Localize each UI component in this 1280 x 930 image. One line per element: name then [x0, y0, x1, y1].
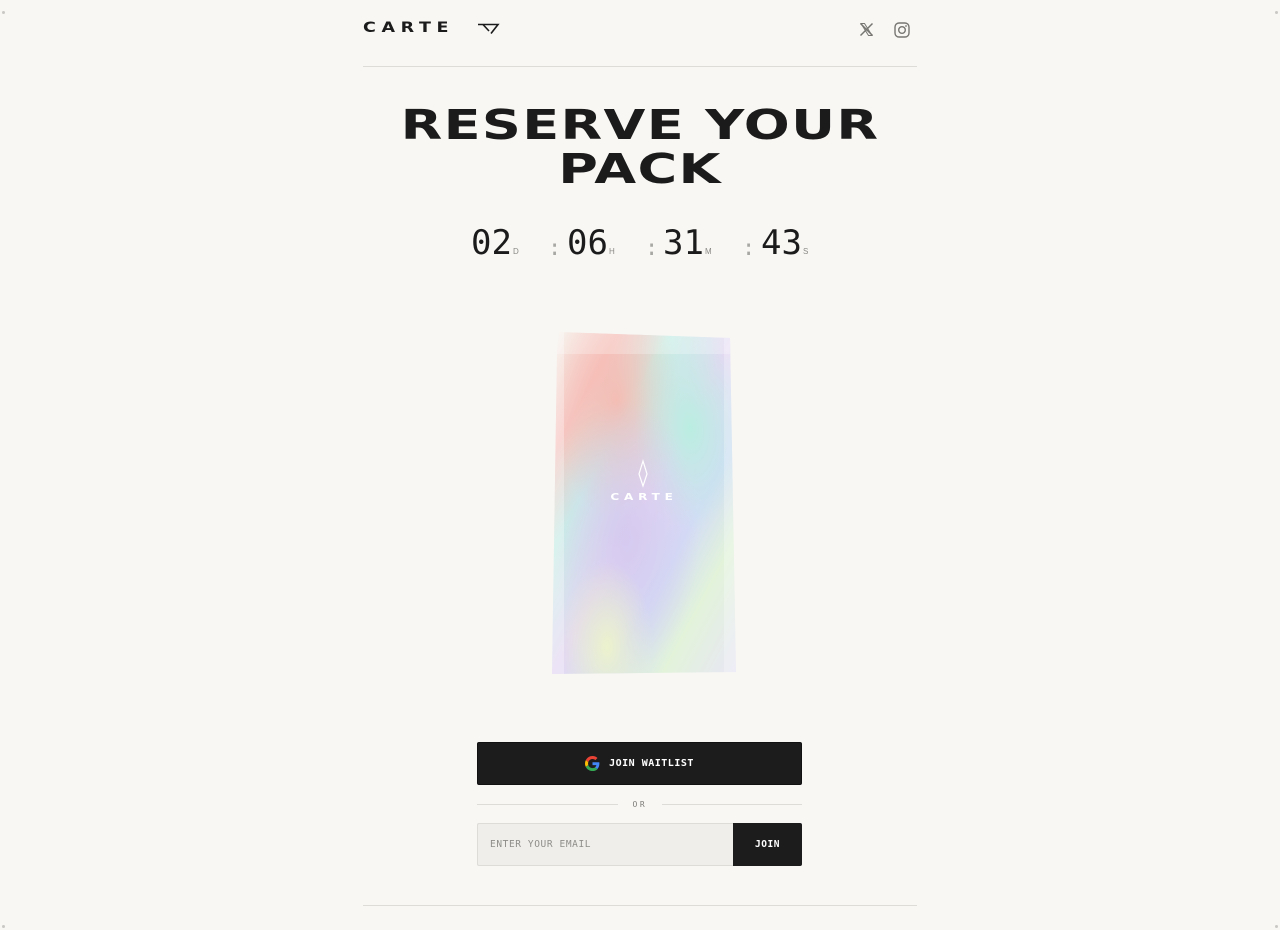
holographic-pack: CARTE — [552, 332, 736, 674]
minutes-value: 31 — [663, 223, 704, 263]
or-divider: OR — [477, 797, 802, 811]
countdown-minutes: 31 M — [663, 222, 712, 264]
pack-brand: CARTE — [610, 492, 678, 503]
corner-dot — [2, 925, 5, 928]
countdown-separator: : — [548, 236, 562, 261]
countdown-seconds: 43 S — [761, 222, 808, 264]
hours-label: H — [608, 247, 615, 256]
site-header: CARTE — [363, 0, 917, 67]
email-form: JOIN — [477, 823, 802, 866]
page-title: RESERVE YOUR PACK — [363, 103, 917, 191]
corner-dot — [2, 11, 5, 14]
x-icon — [859, 22, 874, 37]
logo-wordmark: CARTE — [363, 20, 455, 36]
x-link[interactable] — [859, 22, 876, 39]
join-button[interactable]: JOIN — [733, 823, 802, 866]
title-line-2: PACK — [558, 145, 722, 193]
hours-value: 06 — [567, 223, 608, 263]
email-input[interactable] — [477, 823, 733, 866]
days-value: 02 — [471, 223, 512, 263]
page-container: CARTE RESERVE YOUR PACK 02 D: 06 H: 31… — [363, 0, 917, 930]
countdown-separator: : — [645, 236, 659, 261]
divider-line — [661, 803, 802, 805]
join-waitlist-label: JOIN WAITLIST — [609, 758, 694, 769]
seconds-value: 43 — [761, 223, 802, 263]
instagram-icon — [894, 22, 910, 38]
countdown-separator: : — [742, 236, 756, 261]
google-icon — [585, 756, 600, 771]
countdown-timer: 02 D : 06 H : 31 M : 43 S — [363, 222, 917, 266]
seconds-label: S — [802, 247, 809, 256]
countdown-days: 02 D — [471, 222, 519, 264]
title-line-1: RESERVE YOUR — [400, 101, 880, 149]
pack-illustration — [552, 332, 736, 674]
brand-logo[interactable]: CARTE — [363, 20, 500, 36]
minutes-label: M — [704, 247, 712, 256]
footer-divider — [363, 905, 917, 906]
countdown-hours: 06 H — [567, 222, 615, 264]
corner-dot — [1275, 11, 1278, 14]
logo-mark-icon — [477, 23, 500, 34]
social-links — [859, 22, 911, 39]
divider-line — [477, 803, 618, 805]
instagram-link[interactable] — [894, 22, 911, 39]
or-label: OR — [632, 799, 648, 809]
corner-dot — [1275, 925, 1278, 928]
days-label: D — [512, 247, 519, 256]
join-waitlist-button[interactable]: JOIN WAITLIST — [477, 742, 802, 785]
